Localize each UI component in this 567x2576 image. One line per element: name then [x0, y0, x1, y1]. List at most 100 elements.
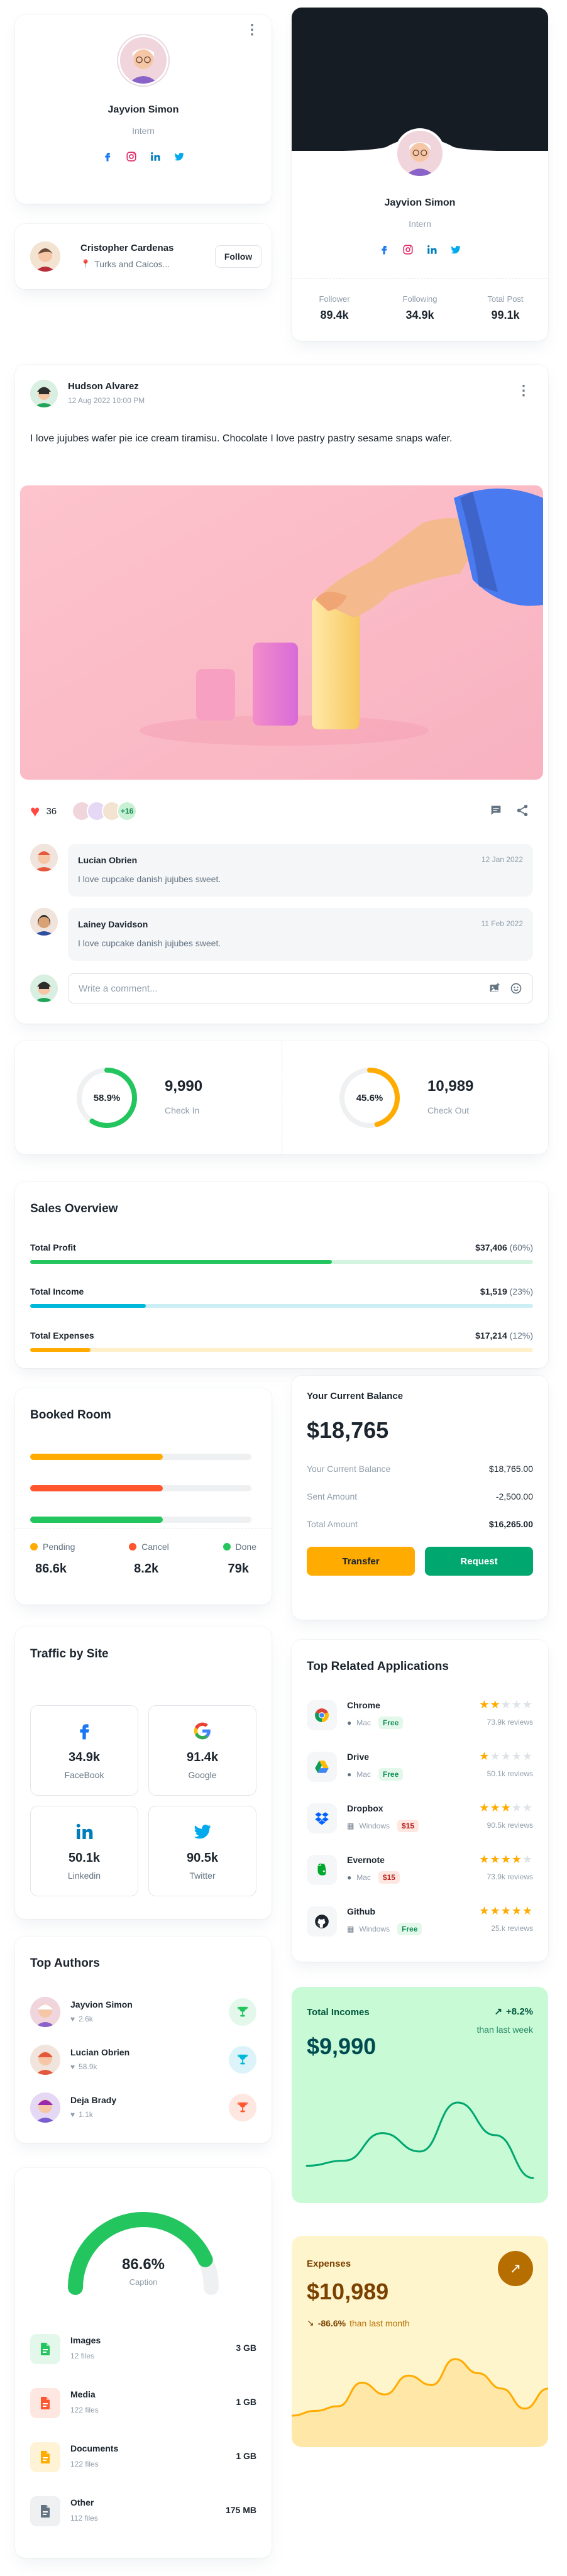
storage-item-name: Documents — [70, 2443, 119, 2453]
star-icon: ★ — [500, 1698, 512, 1711]
stat-follower: Follower 89.4k — [319, 294, 350, 321]
app-rating: ★ ★ ★ ★ ★ — [479, 1750, 533, 1762]
heart-icon[interactable]: ♥ — [30, 803, 40, 819]
comment-item: Lainey Davidson 11 Feb 2022 I love cupca… — [68, 908, 533, 961]
app-reviews: 90.5k reviews — [487, 1821, 533, 1830]
storage-item[interactable]: Other 112 files 175 MB — [30, 2494, 256, 2529]
follow-button[interactable]: Follow — [215, 245, 261, 268]
comment-icon[interactable] — [489, 804, 503, 821]
facebook-icon[interactable] — [378, 244, 390, 255]
storage-item[interactable]: Media 122 files 1 GB — [30, 2385, 256, 2421]
post-date: 12 Aug 2022 10:00 PM — [68, 396, 145, 405]
chrome-icon — [307, 1700, 337, 1730]
linkedin-icon[interactable] — [426, 244, 438, 255]
traffic-name: Google — [188, 1770, 217, 1780]
author-row[interactable]: Jayvion Simon ♥ 2.6k — [30, 1997, 256, 2027]
traffic-site-facebook[interactable]: 34.9k FaceBook — [30, 1705, 138, 1796]
cover-stats: Follower 89.4k Following 34.9k Total Pos… — [292, 294, 548, 322]
star-icon: ★ — [479, 1853, 490, 1866]
legend-dot — [223, 1543, 231, 1551]
storage-caption: Caption — [129, 2277, 158, 2287]
instagram-icon[interactable] — [126, 151, 137, 162]
sales-row-value: $17,214 (12%) — [475, 1330, 533, 1341]
social-links — [292, 244, 548, 255]
storage-item[interactable]: Images 12 files 3 GB — [30, 2331, 256, 2367]
traffic-site-twitter[interactable]: 90.5k Twitter — [148, 1806, 256, 1896]
star-icon: ★ — [511, 1904, 522, 1917]
balance-row: Total Amount $16,265.00 — [307, 1519, 533, 1529]
sales-title: Sales Overview — [30, 1202, 118, 1215]
storage-item-name: Images — [70, 2335, 101, 2345]
avatar — [30, 844, 58, 871]
balance-amount: $18,765 — [307, 1417, 389, 1443]
app-price-badge: Free — [397, 1923, 422, 1935]
app-meta: ● Mac $15 — [347, 1871, 400, 1884]
more-options-icon[interactable]: ⋮ — [517, 384, 531, 397]
like-row: ♥ 36 +16 — [30, 801, 138, 821]
app-row[interactable]: Evernote ● Mac $15 ★ ★ ★ ★ ★ 73.9k reviews — [307, 1852, 533, 1888]
image-attach-icon[interactable] — [488, 982, 501, 998]
more-options-icon[interactable]: ⋮ — [245, 23, 259, 36]
app-name: Drive — [347, 1752, 370, 1762]
traffic-site-linkedin[interactable]: 50.1k Linkedin — [30, 1806, 138, 1896]
app-row[interactable]: Drive ● Mac Free ★ ★ ★ ★ ★ 50.1k reviews — [307, 1749, 533, 1784]
twitter-icon[interactable] — [173, 151, 185, 162]
comment-input[interactable]: Write a comment... — [68, 973, 533, 1003]
check-out-percent: 45.6% — [356, 1093, 383, 1103]
instagram-icon[interactable] — [402, 244, 414, 255]
avatar — [30, 2045, 60, 2075]
sales-row-label: Total Expenses — [30, 1330, 94, 1341]
star-icon: ★ — [500, 1750, 512, 1762]
star-icon: ★ — [479, 1698, 490, 1711]
windows-icon: ▦ — [347, 1925, 355, 1933]
app-reviews: 73.9k reviews — [487, 1718, 533, 1727]
trophy-icon — [229, 2094, 256, 2121]
app-row[interactable]: Github ▦ Windows Free ★ ★ ★ ★ ★ 25.k reviews — [307, 1904, 533, 1939]
linkedin-icon[interactable] — [150, 151, 161, 162]
arrow-up-right-icon: ↗ — [509, 2260, 522, 2276]
traffic-site-google[interactable]: 91.4k Google — [148, 1705, 256, 1796]
app-name: Github — [347, 1906, 376, 1916]
follow-location: Turks and Caicos... — [94, 259, 170, 269]
request-button[interactable]: Request — [425, 1547, 533, 1576]
app-os: Mac — [356, 1718, 371, 1727]
app-reviews: 73.9k reviews — [487, 1872, 533, 1881]
star-icon: ★ — [479, 1904, 490, 1917]
post-author[interactable]: Hudson Alvarez — [68, 381, 139, 392]
comment-author: Lainey Davidson — [78, 919, 148, 929]
traffic-name: Twitter — [189, 1871, 216, 1881]
liker-avatars: +16 — [72, 801, 138, 821]
app-row[interactable]: Chrome ● Mac Free ★ ★ ★ ★ ★ 73.9k reviews — [307, 1698, 533, 1733]
follow-name: Cristopher Cardenas — [80, 243, 174, 253]
divider — [292, 278, 548, 279]
stat-total-post: Total Post 99.1k — [487, 294, 524, 321]
app-row[interactable]: Dropbox ▦ Windows $15 ★ ★ ★ ★ ★ 90.5k reviews — [307, 1801, 533, 1836]
star-icon: ★ — [490, 1750, 501, 1762]
author-name: Deja Brady — [70, 2095, 117, 2105]
check-in-percent: 58.9% — [93, 1093, 121, 1103]
image-file-icon — [30, 2334, 60, 2364]
twitter-icon[interactable] — [450, 244, 461, 255]
legend-dot — [129, 1543, 137, 1551]
media-file-icon — [30, 2388, 60, 2418]
share-icon[interactable] — [515, 804, 529, 821]
check-in-label: Check In — [165, 1105, 200, 1115]
app-os: Mac — [356, 1873, 371, 1882]
author-row[interactable]: Lucian Obrien ♥ 58.9k — [30, 2045, 256, 2075]
emoji-icon[interactable] — [510, 982, 522, 998]
transfer-button[interactable]: Transfer — [307, 1547, 415, 1576]
incomes-amount: $9,990 — [307, 2033, 377, 2059]
trophy-icon — [229, 1998, 256, 2026]
trending-down-icon: ↘ — [307, 2318, 314, 2328]
check-out-value: 10,989 — [427, 1078, 474, 1095]
star-icon: ★ — [490, 1698, 501, 1711]
star-icon: ★ — [490, 1904, 501, 1917]
author-row[interactable]: Deja Brady ♥ 1.1k — [30, 2092, 256, 2123]
storage-item[interactable]: Documents 122 files 1 GB — [30, 2440, 256, 2475]
sales-overview-card: Sales Overview Total Profit $37,406 (60%… — [15, 1182, 548, 1368]
facebook-icon[interactable] — [102, 151, 113, 162]
star-icon: ★ — [511, 1698, 522, 1711]
app-name: Dropbox — [347, 1803, 383, 1813]
storage-item-size: 175 MB — [225, 2505, 256, 2515]
expenses-open-button[interactable]: ↗ — [498, 2251, 533, 2286]
